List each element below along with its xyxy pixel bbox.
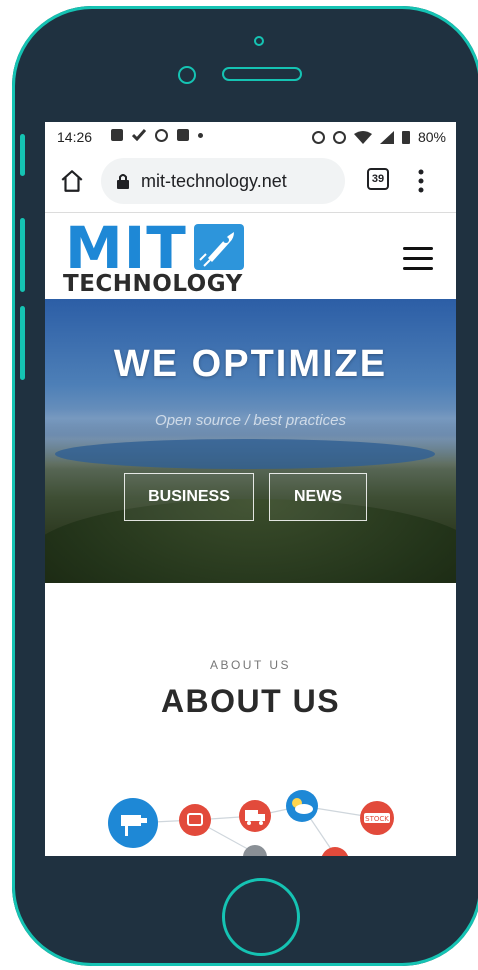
alarm-icon <box>311 130 325 144</box>
tab-switcher-button[interactable]: 39 <box>367 168 389 190</box>
image-icon <box>111 129 123 141</box>
chat-icon <box>179 804 211 836</box>
address-url: mit-technology.net <box>141 171 287 191</box>
logo-technology-text: TECHNOLOGY <box>63 271 243 297</box>
home-icon[interactable] <box>59 168 85 194</box>
location-icon <box>332 130 346 144</box>
news-button[interactable]: NEWS <box>269 473 367 521</box>
logo-mit-text: MIT <box>65 214 187 282</box>
news-icon <box>177 129 189 141</box>
more-notifications-dot-icon <box>198 133 203 138</box>
status-system-icons: 80% <box>311 129 446 145</box>
hero-banner: WE OPTIMIZE Open source / best practices… <box>45 299 456 583</box>
signal-icon <box>379 130 394 144</box>
site-header: MIT TECHNOLOGY <box>45 213 456 299</box>
business-button[interactable]: BUSINESS <box>124 473 254 521</box>
battery-percent: 80% <box>417 129 446 145</box>
stock-icon-label: STOCK <box>365 815 389 823</box>
phone-side-button-mute <box>20 134 25 176</box>
network-node-red <box>321 847 349 856</box>
phone-home-button[interactable] <box>222 878 300 956</box>
stock-icon: STOCK <box>360 801 394 835</box>
phone-speaker <box>222 67 302 81</box>
phone-camera <box>178 66 196 84</box>
lock-icon <box>117 174 129 189</box>
address-bar[interactable]: mit-technology.net <box>101 158 345 204</box>
camera-icon <box>108 798 158 848</box>
network-node-gray <box>243 845 267 856</box>
browser-toolbar: mit-technology.net 39 <box>45 152 456 213</box>
about-title: ABOUT US <box>160 683 341 719</box>
site-logo[interactable]: MIT TECHNOLOGY <box>59 214 259 297</box>
about-section: ABOUT US ABOUT US STOCK <box>45 583 456 856</box>
status-bar: 14:26 80% <box>45 122 456 152</box>
phone-side-button-volume-down <box>20 306 25 380</box>
rocket-icon <box>194 224 244 270</box>
app-d-icon <box>155 129 168 142</box>
wifi-icon <box>353 130 372 144</box>
truck-icon <box>239 800 271 832</box>
hamburger-menu-icon[interactable] <box>403 247 433 270</box>
weather-icon <box>286 790 318 822</box>
hero-subtitle: Open source / best practices <box>155 412 346 429</box>
about-kicker: ABOUT US <box>209 658 292 672</box>
phone-screen: 14:26 80% mit-technology.net 39 MIT TECH… <box>45 122 456 856</box>
status-time: 14:26 <box>57 129 93 145</box>
phone-side-button-volume-up <box>20 218 25 292</box>
phone-sensor <box>254 36 264 46</box>
check-icon <box>132 129 146 141</box>
hero-sea <box>55 439 435 469</box>
battery-icon <box>401 131 410 144</box>
hero-title: WE OPTIMIZE <box>113 343 388 385</box>
network-illustration: STOCK <box>108 790 394 856</box>
more-options-icon[interactable] <box>417 168 425 194</box>
status-notification-icons <box>111 129 203 142</box>
